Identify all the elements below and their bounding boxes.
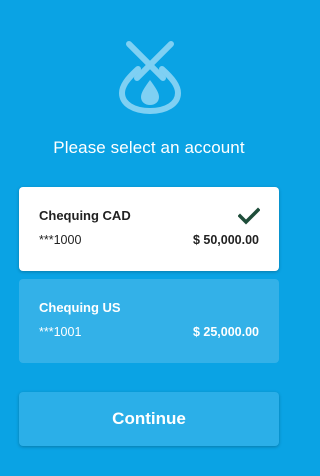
continue-button[interactable]: Continue xyxy=(19,392,279,446)
account-number: ***1001 xyxy=(39,325,82,339)
account-select-prompt: Please select an account xyxy=(53,138,245,157)
checkmark-icon xyxy=(237,207,261,225)
account-card-chequing-us[interactable]: Chequing US ***1001 $ 25,000.00 xyxy=(19,279,279,363)
account-card-chequing-cad[interactable]: Chequing CAD ***1000 $ 50,000.00 xyxy=(19,187,279,271)
app-logo-icon xyxy=(117,38,183,114)
account-name: Chequing CAD xyxy=(39,208,131,223)
account-balance: $ 50,000.00 xyxy=(192,233,259,247)
account-number: ***1000 xyxy=(39,233,82,247)
account-balance: $ 25,000.00 xyxy=(192,325,259,339)
account-name: Chequing US xyxy=(39,300,121,315)
